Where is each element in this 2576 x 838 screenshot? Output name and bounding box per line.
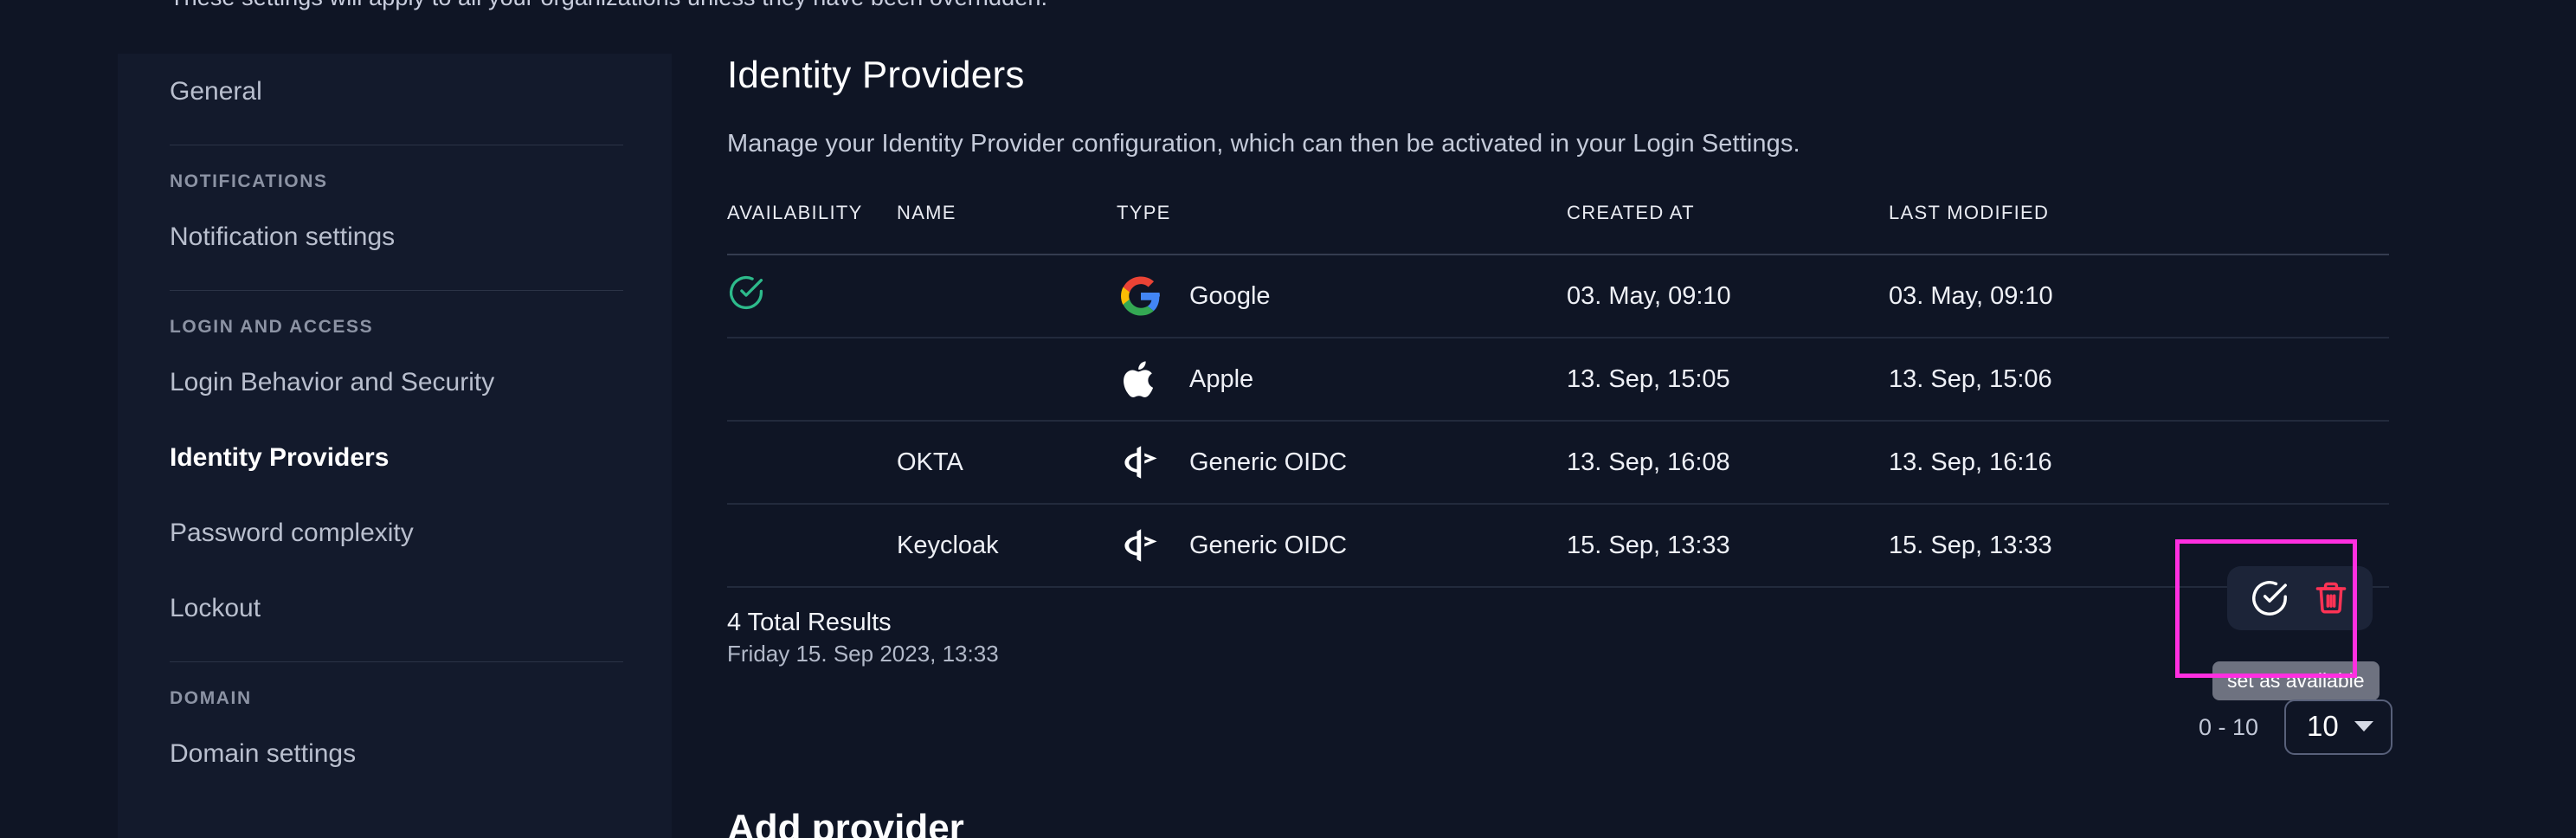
sidebar-item-password-complexity[interactable]: Password complexity bbox=[170, 495, 623, 570]
column-header-last-modified[interactable]: LAST MODIFIED bbox=[1889, 202, 2235, 224]
table-header-row: AVAILABILITY NAME TYPE CREATED AT LAST M… bbox=[727, 202, 2389, 255]
column-header-name[interactable]: NAME bbox=[897, 202, 1117, 224]
delete-provider-button[interactable] bbox=[2312, 579, 2350, 617]
sidebar-group-label: NOTIFICATIONS bbox=[170, 145, 623, 199]
sidebar-item-domain-settings[interactable]: Domain settings bbox=[170, 716, 623, 791]
sidebar-item-login-behavior-and-security[interactable]: Login Behavior and Security bbox=[170, 345, 623, 420]
cell-created-at: 15. Sep, 13:33 bbox=[1567, 532, 1889, 560]
cell-created-at: 03. May, 09:10 bbox=[1567, 282, 1889, 311]
oidc-icon bbox=[1117, 442, 1165, 482]
cell-type: Generic OIDC bbox=[1117, 442, 1567, 482]
table-row[interactable]: Apple 13. Sep, 15:05 13. Sep, 15:06 bbox=[727, 338, 2389, 422]
sidebar-item-notification-settings[interactable]: Notification settings bbox=[170, 199, 623, 274]
identity-providers-table: AVAILABILITY NAME TYPE CREATED AT LAST M… bbox=[727, 202, 2389, 588]
set-as-available-tooltip: set as available bbox=[2212, 661, 2380, 700]
sidebar-item-list: General NOTIFICATIONSNotification setting… bbox=[118, 54, 672, 791]
trash-icon bbox=[2312, 579, 2350, 617]
table-body: Google 03. May, 09:10 03. May, 09:10 App… bbox=[727, 255, 2389, 588]
cell-type: Google bbox=[1117, 276, 1567, 316]
page-description: Manage your Identity Provider configurat… bbox=[727, 130, 2502, 158]
pagination-range: 0 - 10 bbox=[2199, 714, 2258, 741]
cell-last-modified: 03. May, 09:10 bbox=[1889, 282, 2235, 311]
google-icon bbox=[1117, 276, 1165, 316]
check-circle-icon bbox=[2250, 578, 2289, 618]
apple-icon bbox=[1117, 359, 1165, 399]
sidebar-group-label: LOGIN AND ACCESS bbox=[170, 291, 623, 345]
provider-type-label: Google bbox=[1189, 282, 1271, 311]
cell-created-at: 13. Sep, 16:08 bbox=[1567, 448, 1889, 477]
table-row[interactable]: Google 03. May, 09:10 03. May, 09:10 bbox=[727, 255, 2389, 338]
column-header-type[interactable]: TYPE bbox=[1117, 202, 1567, 224]
pagination: 0 - 10 10 bbox=[2199, 699, 2392, 755]
page-size-value: 10 bbox=[2307, 710, 2339, 743]
provider-type-label: Generic OIDC bbox=[1189, 448, 1347, 477]
cell-last-modified: 13. Sep, 15:06 bbox=[1889, 365, 2235, 394]
check-circle-icon bbox=[727, 274, 765, 312]
cell-last-modified: 13. Sep, 16:16 bbox=[1889, 448, 2235, 477]
page-size-select[interactable]: 10 bbox=[2284, 699, 2392, 755]
oidc-icon bbox=[1117, 525, 1165, 565]
cell-type: Generic OIDC bbox=[1117, 525, 1567, 565]
apple-icon bbox=[1121, 359, 1161, 399]
google-icon bbox=[1121, 276, 1161, 316]
cell-type: Apple bbox=[1117, 359, 1567, 399]
page-title: Identity Providers bbox=[727, 54, 2502, 97]
settings-sidebar: General NOTIFICATIONSNotification setting… bbox=[118, 54, 672, 838]
chevron-down-icon bbox=[2354, 721, 2373, 732]
provider-type-label: Generic OIDC bbox=[1189, 532, 1347, 560]
cell-availability bbox=[727, 274, 897, 319]
cell-last-modified: 15. Sep, 13:33 bbox=[1889, 532, 2235, 560]
sidebar-item-general[interactable]: General bbox=[170, 54, 623, 129]
sidebar-item-lockout[interactable]: Lockout bbox=[170, 570, 623, 646]
column-header-created-at[interactable]: CREATED AT bbox=[1567, 202, 1889, 224]
app-root: These settings will apply to all your or… bbox=[0, 0, 2576, 838]
oidc-icon bbox=[1121, 525, 1161, 565]
column-header-availability[interactable]: AVAILABILITY bbox=[727, 202, 897, 224]
sidebar-item-identity-providers[interactable]: Identity Providers bbox=[170, 420, 623, 495]
cell-name: OKTA bbox=[897, 448, 1117, 477]
table-row[interactable]: OKTA Generic OIDC 13. Sep, 16:08 13. Sep… bbox=[727, 422, 2389, 505]
oidc-icon bbox=[1121, 442, 1161, 482]
settings-scope-note: These settings will apply to all your or… bbox=[170, 0, 1047, 11]
provider-type-label: Apple bbox=[1189, 365, 1253, 394]
sidebar-group-label: DOMAIN bbox=[170, 662, 623, 716]
table-row[interactable]: Keycloak Generic OIDC 15. Sep, 13:33 15.… bbox=[727, 505, 2389, 588]
row-action-bar bbox=[2227, 566, 2373, 630]
add-provider-title: Add provider bbox=[727, 807, 964, 838]
cell-created-at: 13. Sep, 15:05 bbox=[1567, 365, 1889, 394]
set-as-available-button[interactable] bbox=[2250, 578, 2289, 618]
cell-name: Keycloak bbox=[897, 532, 1117, 560]
